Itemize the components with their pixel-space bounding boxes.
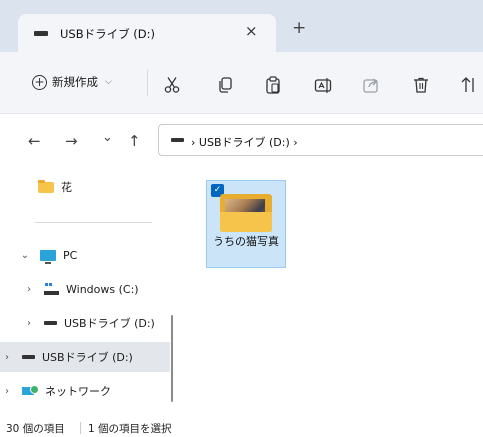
delete-icon[interactable] — [412, 76, 430, 94]
sidebar-item-label: ネットワーク — [45, 385, 111, 398]
chevron-right-icon[interactable]: › — [22, 284, 36, 295]
forward-button[interactable]: → — [65, 132, 78, 150]
sidebar-item-usb-drive-selected[interactable]: › USBドライブ (D:) — [0, 342, 170, 372]
recent-locations-button[interactable]: ⌄ — [102, 130, 113, 145]
toolbar-divider — [147, 70, 148, 96]
paste-icon[interactable] — [264, 76, 282, 94]
folder-icon — [38, 179, 54, 193]
tab-strip: USBドライブ (D:) × + — [0, 0, 483, 54]
selection-count: 1 個の項目を選択 — [88, 423, 172, 435]
status-bar: 30 個の項目 1 個の項目を選択 — [0, 418, 483, 437]
navigation-pane: 花 ⌄ PC › Windows (C:) › USBドライブ (D:) › U… — [0, 166, 175, 416]
usb-drive-icon — [22, 355, 35, 359]
navigation-row: ← → ⌄ ↑ › USBドライブ (D:) › — [0, 114, 483, 166]
tab-title: USBドライブ (D:) — [60, 27, 155, 41]
breadcrumb-usb-drive[interactable]: USBドライブ (D:) — [199, 136, 290, 149]
sidebar-item-label: PC — [63, 248, 78, 262]
status-divider — [80, 422, 81, 434]
sidebar-item-pc[interactable]: ⌄ PC — [0, 240, 170, 270]
breadcrumb[interactable]: › USBドライブ (D:) › — [191, 134, 298, 150]
usb-drive-icon — [44, 321, 57, 325]
sidebar-item-label: USBドライブ (D:) — [64, 317, 155, 330]
cut-icon[interactable] — [163, 76, 181, 94]
chevron-down-icon: ⌵ — [105, 77, 112, 87]
address-bar[interactable]: › USBドライブ (D:) › — [158, 124, 483, 156]
item-count: 30 個の項目 — [6, 423, 65, 435]
usb-drive-icon — [34, 31, 48, 36]
new-button[interactable]: + 新規作成 ⌵ — [32, 74, 112, 90]
sidebar-item-label: Windows (C:) — [66, 282, 139, 296]
sidebar-item-usb-drive[interactable]: › USBドライブ (D:) — [0, 308, 170, 338]
plus-circle-icon: + — [32, 74, 47, 90]
rename-icon[interactable] — [314, 76, 332, 94]
breadcrumb-separator: › — [293, 136, 298, 149]
command-bar: + 新規作成 ⌵ — [0, 52, 483, 114]
sidebar-item-network[interactable]: › ネットワーク — [0, 376, 170, 406]
pc-icon — [40, 249, 56, 264]
sidebar-item-windows-c[interactable]: › Windows (C:) — [0, 274, 170, 304]
windows-drive-icon — [44, 283, 59, 295]
breadcrumb-separator: › — [191, 136, 196, 149]
back-button[interactable]: ← — [28, 132, 41, 150]
sort-icon[interactable] — [460, 76, 478, 94]
file-item-folder[interactable]: ✓ うちの猫写真 — [206, 180, 286, 268]
new-button-label: 新規作成 — [52, 75, 98, 89]
chevron-right-icon[interactable]: › — [0, 352, 14, 363]
new-tab-button[interactable]: + — [292, 18, 306, 38]
share-icon[interactable] — [362, 76, 380, 94]
pane-divider — [35, 222, 152, 223]
sidebar-item-label: USBドライブ (D:) — [42, 351, 133, 364]
sidebar-item-label: 花 — [61, 181, 72, 194]
usb-drive-icon — [171, 138, 184, 142]
pane-scrollbar[interactable] — [171, 315, 173, 402]
network-icon — [22, 384, 39, 398]
chevron-down-icon[interactable]: ⌄ — [18, 250, 32, 261]
tab-usb-drive[interactable]: USBドライブ (D:) × — [18, 14, 276, 54]
copy-icon[interactable] — [216, 76, 234, 94]
sidebar-item-flower[interactable]: 花 — [0, 172, 170, 202]
file-name: うちの猫写真 — [213, 235, 279, 248]
chevron-right-icon[interactable]: › — [22, 318, 36, 329]
chevron-right-icon[interactable]: › — [0, 386, 14, 397]
photo-folder-icon — [220, 194, 272, 232]
close-tab-button[interactable]: × — [245, 22, 258, 40]
up-button[interactable]: ↑ — [128, 132, 141, 150]
